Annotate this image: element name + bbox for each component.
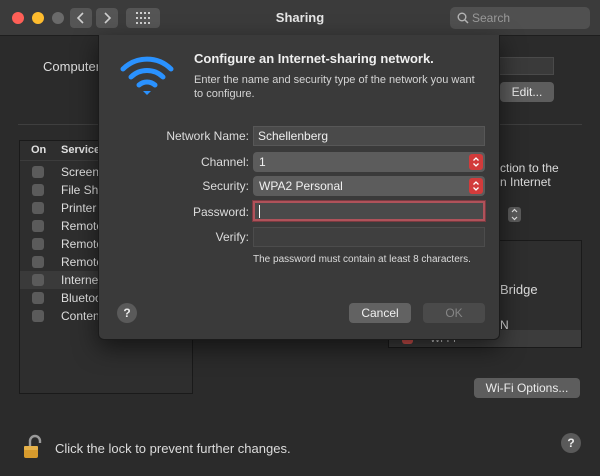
- column-service-header[interactable]: Service: [61, 144, 100, 156]
- lock-icon[interactable]: [22, 434, 44, 460]
- verify-field[interactable]: [253, 227, 485, 247]
- internet-sharing-sheet: Configure an Internet-sharing network. E…: [98, 35, 500, 340]
- chevron-updown-icon: [511, 208, 518, 221]
- service-checkbox[interactable]: [32, 184, 44, 196]
- computer-name-label: Computer: [43, 59, 101, 74]
- wifi-options-button[interactable]: Wi-Fi Options...: [474, 378, 580, 398]
- text-caret: [259, 205, 260, 218]
- service-checkbox[interactable]: [32, 274, 44, 286]
- service-name: Remote: [61, 219, 104, 233]
- sheet-title: Configure an Internet-sharing network.: [194, 51, 434, 66]
- search-icon: [457, 12, 469, 24]
- chevron-updown-icon: [473, 181, 479, 191]
- verify-label: Verify:: [215, 230, 249, 244]
- service-name: Printer: [61, 201, 97, 215]
- service-checkbox[interactable]: [32, 310, 44, 322]
- password-hint: The password must contain at least 8 cha…: [253, 254, 471, 265]
- description-text-line1: ction to the: [500, 161, 559, 175]
- sheet-description: Enter the name and security type of the …: [194, 74, 475, 100]
- computer-name-field[interactable]: [498, 57, 554, 75]
- edit-button[interactable]: Edit...: [500, 82, 554, 102]
- service-checkbox[interactable]: [32, 238, 44, 250]
- column-on-header[interactable]: On: [31, 144, 46, 156]
- network-name-label: Network Name:: [166, 129, 249, 143]
- lock-message: Click the lock to prevent further change…: [55, 441, 291, 456]
- interface-bridge[interactable]: Bridge: [500, 282, 538, 297]
- service-checkbox[interactable]: [32, 292, 44, 304]
- password-label: Password:: [192, 205, 249, 219]
- service-name: Bluetoo: [61, 291, 102, 305]
- channel-label: Channel:: [200, 155, 249, 169]
- service-name: Remote: [61, 255, 104, 269]
- service-checkbox[interactable]: [32, 256, 44, 268]
- channel-stepper[interactable]: [469, 154, 483, 170]
- share-from-popup[interactable]: [508, 207, 521, 222]
- chevron-updown-icon: [473, 157, 479, 167]
- service-name: Screen: [61, 165, 100, 179]
- channel-value: 1: [259, 155, 266, 169]
- title-bar: Sharing: [0, 0, 600, 36]
- service-checkbox[interactable]: [32, 166, 44, 178]
- security-stepper[interactable]: [469, 178, 483, 194]
- channel-popup[interactable]: 1: [253, 152, 485, 172]
- cancel-button[interactable]: Cancel: [349, 303, 411, 323]
- password-field[interactable]: [253, 201, 485, 221]
- description-text-line2: n Internet: [500, 175, 551, 189]
- security-value: WPA2 Personal: [259, 179, 343, 193]
- security-label: Security:: [202, 179, 249, 193]
- network-name-field[interactable]: Schellenberg: [253, 126, 485, 146]
- security-popup[interactable]: WPA2 Personal: [253, 176, 485, 196]
- service-name: Internet: [61, 273, 102, 287]
- help-button[interactable]: ?: [561, 433, 581, 453]
- wifi-icon: [120, 56, 174, 95]
- service-checkbox[interactable]: [32, 202, 44, 214]
- service-name: Content: [61, 309, 104, 323]
- ok-button[interactable]: OK: [423, 303, 485, 323]
- sheet-help-button[interactable]: ?: [117, 303, 137, 323]
- search-box[interactable]: [450, 7, 590, 29]
- search-input[interactable]: [472, 10, 584, 26]
- service-checkbox[interactable]: [32, 220, 44, 232]
- service-name: Remote: [61, 237, 104, 251]
